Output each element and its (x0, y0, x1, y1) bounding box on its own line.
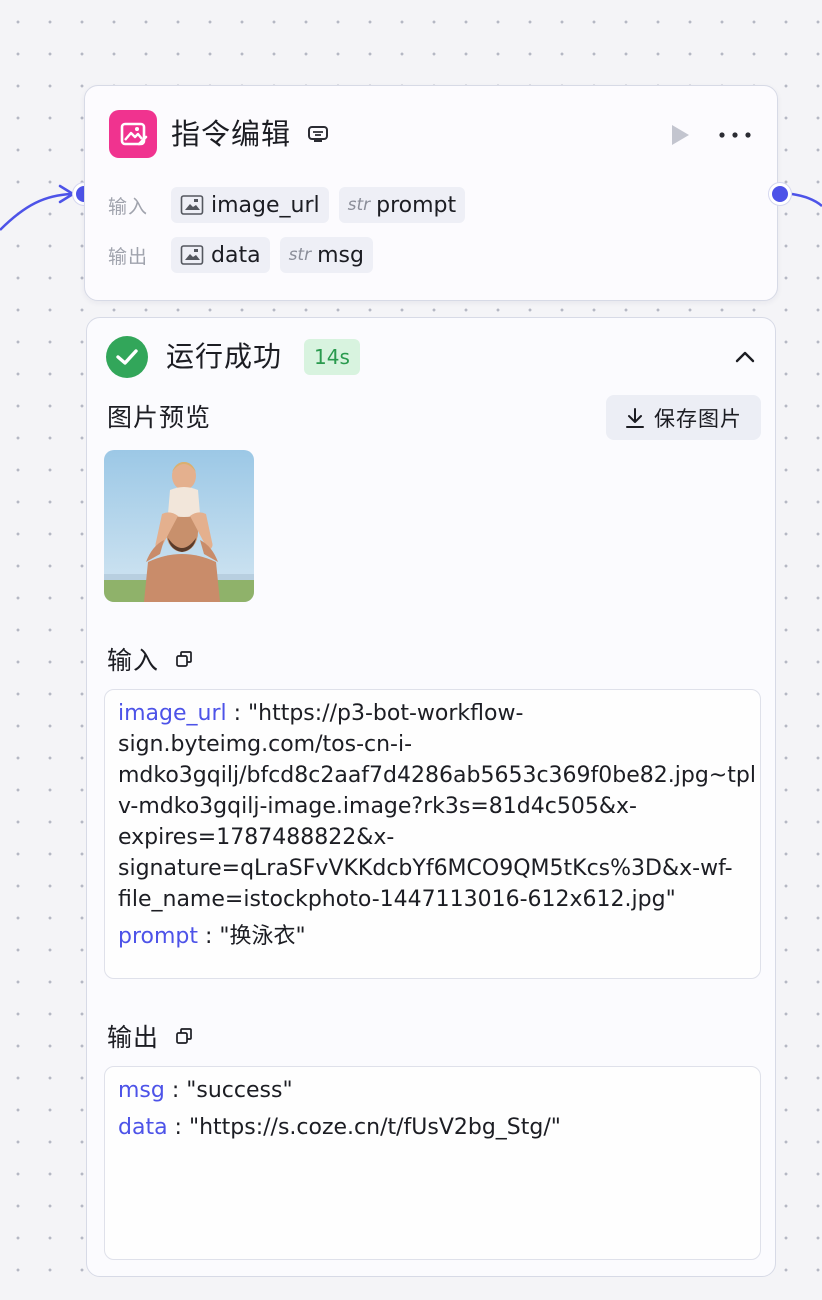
node-outputs-row: 输出 data str msg (108, 237, 383, 273)
copy-icon[interactable] (175, 650, 193, 668)
output-name: data (211, 242, 261, 268)
node-info-icon[interactable] (306, 122, 330, 146)
run-status: 运行成功 (166, 340, 283, 373)
param-key: msg (118, 1078, 165, 1103)
output-port[interactable] (769, 183, 791, 205)
collapse-chevron-up-icon[interactable] (731, 345, 759, 369)
output-section-title: 输出 (107, 1018, 193, 1054)
str-type-icon: str (347, 195, 371, 215)
param-value: "https://s.coze.cn/t/fUsV2bg_Stg/" (188, 1115, 561, 1140)
output-chip-msg: str msg (279, 237, 373, 273)
param-key: prompt (118, 924, 199, 949)
param-key: image_url (118, 701, 227, 726)
input-section-title: 输入 (107, 641, 193, 677)
duration-badge: 14s (304, 339, 360, 375)
param-value-line: v-mdko3gqilj-image.image?rk3s=81d4c505&x… (118, 794, 637, 819)
output-json-viewer[interactable]: msg : "success" data : "https://s.coze.c… (104, 1066, 761, 1260)
node-card[interactable]: 指令编辑 输入 image_url str prompt 输出 data str… (84, 85, 778, 301)
inputs-label: 输入 (108, 195, 149, 218)
param-value-line: "https://p3-bot-workflow- (248, 701, 524, 726)
output-chip-data: data (171, 237, 270, 273)
success-check-icon (106, 336, 148, 378)
input-chip-prompt: str prompt (338, 187, 466, 223)
kv-separator: : (226, 701, 249, 726)
run-result-panel: 运行成功 14s 图片预览 保存图片 输入 image_url: "https… (86, 317, 776, 1277)
save-image-button[interactable]: 保存图片 (606, 395, 761, 440)
input-json-viewer[interactable]: image_url : "https://p3-bot-workflow- si… (104, 689, 761, 979)
param-key: data (118, 1115, 168, 1140)
save-image-label: 保存图片 (654, 406, 742, 431)
copy-icon[interactable] (175, 1027, 193, 1045)
str-type-icon: str (288, 245, 312, 265)
param-value-line: sign.byteimg.com/tos-cn-i- (118, 732, 413, 757)
image-type-icon (180, 244, 204, 266)
input-name: image_url (211, 192, 320, 218)
run-button[interactable] (665, 120, 695, 150)
image-type-icon (180, 194, 204, 216)
param-value-line: mdko3gqilj/bfcd8c2aaf7d4286ab5653c369f0b… (118, 763, 756, 788)
input-section-label: 输入 (107, 646, 160, 675)
output-section-label: 输出 (107, 1023, 160, 1052)
node-title: 指令编辑 (171, 117, 292, 151)
download-icon (626, 407, 644, 428)
image-preview-title: 图片预览 (107, 403, 212, 432)
input-chip-image-url: image_url (171, 187, 329, 223)
node-inputs-row: 输入 image_url str prompt (108, 187, 475, 223)
param-value: "success" (186, 1078, 293, 1103)
preview-image[interactable] (104, 450, 254, 602)
image-edit-icon (109, 110, 157, 158)
kv-msg: msg : "success" (118, 1075, 747, 1106)
param-value-line: expires=1787488822&x- (118, 825, 395, 850)
kv-prompt: prompt : "换泳衣" (118, 921, 747, 952)
param-value-line: file_name=istockphoto-1447113016-612x612… (118, 887, 676, 912)
output-name: msg (317, 242, 364, 268)
param-value-line: signature=qLraSFvVKKdcbYf6MCO9QM5tKcs%3D… (118, 856, 733, 881)
more-options-icon[interactable] (713, 120, 757, 150)
kv-image-url: image_url : "https://p3-bot-workflow- si… (118, 698, 756, 915)
kv-separator: : (167, 1115, 189, 1140)
kv-separator: : (164, 1078, 187, 1103)
input-name: prompt (376, 192, 457, 218)
kv-separator: : (198, 924, 220, 949)
kv-data: data : "https://s.coze.cn/t/fUsV2bg_Stg/… (118, 1112, 747, 1143)
param-value: "换泳衣" (219, 924, 306, 949)
outputs-label: 输出 (108, 245, 149, 268)
